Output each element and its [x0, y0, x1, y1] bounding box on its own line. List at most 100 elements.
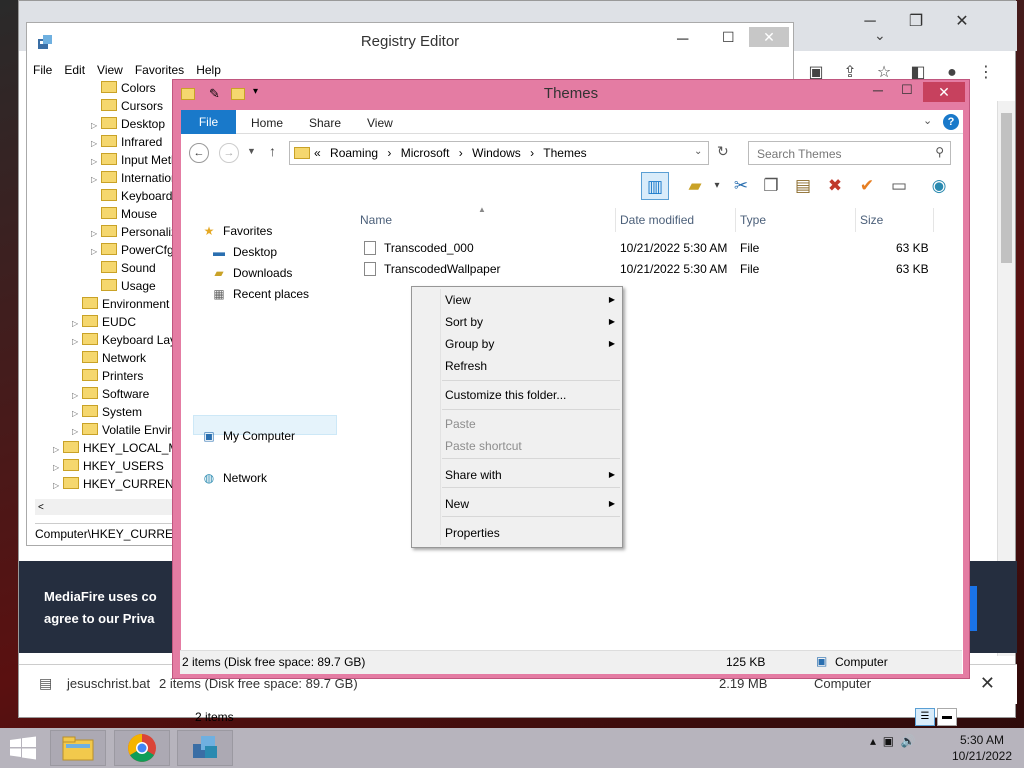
scrollbar-thumb[interactable] — [1001, 113, 1012, 263]
tab-home[interactable]: Home — [251, 110, 283, 136]
context-item-view[interactable]: View ▶ — [445, 289, 621, 311]
large-icons-view-icon[interactable]: ▬ — [937, 708, 957, 726]
banner-accept-button[interactable] — [969, 586, 977, 631]
column-type[interactable]: Type — [736, 208, 856, 232]
chrome-minimize-button[interactable]: ─ — [847, 7, 893, 37]
nav-downloads[interactable]: ▰ Downloads — [211, 264, 292, 282]
delete-icon[interactable]: ✖ — [821, 172, 849, 200]
nav-desktop[interactable]: ▬ Desktop — [211, 243, 277, 261]
nav-network[interactable]: ◍ Network — [201, 469, 267, 487]
registry-tree-item[interactable]: Usage — [91, 277, 156, 295]
network-tray-icon[interactable]: ▣ — [883, 734, 894, 748]
paste-icon[interactable]: ▤ — [789, 172, 817, 200]
column-size[interactable]: Size — [856, 208, 934, 232]
undo-icon[interactable]: ✔ — [853, 172, 881, 200]
context-item-customize-this-folder[interactable]: Customize this folder... — [445, 384, 621, 406]
context-item-properties[interactable]: Properties — [445, 522, 621, 544]
explorer-minimize-button[interactable]: ─ — [873, 82, 883, 98]
breadcrumb-microsoft[interactable]: Microsoft — [401, 146, 450, 160]
registry-tree-item[interactable]: Network — [72, 349, 146, 367]
expand-arrow-icon[interactable]: ▷ — [53, 477, 63, 495]
download-filename[interactable]: jesuschrist.bat — [67, 676, 150, 691]
breadcrumb-themes[interactable]: Themes — [543, 146, 586, 160]
breadcrumb-windows[interactable]: Windows — [472, 146, 521, 160]
refresh-button[interactable]: ↻ — [717, 143, 729, 160]
registry-tree-item[interactable]: Mouse — [91, 205, 157, 223]
network-globe-icon[interactable]: ◉ — [925, 172, 953, 200]
explorer-maximize-button[interactable]: ☐ — [901, 82, 913, 98]
registry-tree-item[interactable]: Sound — [91, 259, 156, 277]
registry-tree-item[interactable]: ▷ Desktop — [91, 115, 165, 133]
registry-tree-item[interactable]: Cursors — [91, 97, 163, 115]
file-row[interactable]: TranscodedWallpaper 10/21/2022 5:30 AM Fil… — [356, 259, 956, 280]
up-button[interactable]: ↑ — [269, 143, 276, 159]
registry-tree-item[interactable]: ▷International — [91, 169, 180, 187]
column-name[interactable]: Name — [356, 208, 616, 232]
breadcrumb-sep[interactable]: › — [387, 146, 391, 160]
registry-tree-item[interactable]: Colors — [91, 79, 156, 97]
menu-file[interactable]: File — [27, 60, 58, 80]
registry-tree-item[interactable]: Keyboard — [91, 187, 172, 205]
download-bar-close-button[interactable]: ✕ — [980, 673, 995, 694]
details-view-icon[interactable]: ☰ — [915, 708, 935, 726]
back-button[interactable]: ← — [189, 143, 209, 163]
more-menu-icon[interactable]: ⋮ — [969, 56, 1003, 90]
registry-tree-item[interactable]: ▷Keyboard Layout — [72, 331, 180, 349]
chrome-tab-search-icon[interactable]: ⌄ — [874, 27, 886, 44]
show-hidden-icons[interactable]: ▴ — [870, 734, 876, 748]
preview-pane-icon[interactable]: ▥ — [641, 172, 669, 200]
windows-start-icon[interactable] — [8, 736, 38, 760]
copy-icon[interactable]: ❐ — [757, 172, 785, 200]
context-item-group-by[interactable]: Group by ▶ — [445, 333, 621, 355]
registry-tree-item[interactable]: ▷Personalization — [91, 223, 180, 241]
taskbar-registry-editor[interactable] — [177, 730, 233, 766]
tab-view[interactable]: View — [367, 110, 393, 136]
explorer-close-button[interactable]: ✕ — [923, 82, 965, 102]
volume-icon[interactable]: 🔊 — [901, 734, 916, 748]
breadcrumb-roaming[interactable]: Roaming — [330, 146, 378, 160]
column-date[interactable]: Date modified — [616, 208, 736, 232]
menu-favorites[interactable]: Favorites — [129, 60, 190, 80]
registry-tree-item[interactable]: ▷ PowerCfg — [91, 241, 174, 259]
registry-tree-item[interactable]: Environment — [72, 295, 169, 313]
context-item-new[interactable]: New ▶ — [445, 493, 621, 515]
registry-maximize-button[interactable]: ☐ — [722, 29, 735, 46]
chrome-maximize-button[interactable]: ❐ — [893, 7, 939, 37]
address-dropdown-icon[interactable]: ⌄ — [694, 146, 702, 157]
file-row[interactable]: Transcoded_000 10/21/2022 5:30 AM File 63 K… — [356, 238, 956, 259]
registry-tree-item[interactable]: ▷ EUDC — [72, 313, 136, 331]
menu-edit[interactable]: Edit — [58, 60, 91, 80]
tab-share[interactable]: Share — [309, 110, 341, 136]
registry-tree-item[interactable]: Printers — [72, 367, 143, 385]
registry-close-button[interactable]: ✕ — [749, 27, 789, 47]
registry-tree-item[interactable]: ▷Volatile Environment — [72, 421, 180, 439]
help-button[interactable]: ? — [943, 114, 959, 130]
registry-tree-item[interactable]: ▷ Software — [72, 385, 149, 403]
search-input[interactable]: Search Themes ⚲ — [748, 141, 951, 165]
address-bar[interactable]: « Roaming › Microsoft › Windows › Themes… — [289, 141, 709, 165]
breadcrumb-sep[interactable]: › — [530, 146, 534, 160]
registry-tree-hscroll[interactable]: < — [35, 499, 175, 515]
registry-tree-item[interactable]: ▷HKEY_LOCAL_MACHINE — [53, 439, 180, 457]
menu-help[interactable]: Help — [190, 60, 227, 80]
cut-icon[interactable]: ✂ — [727, 172, 755, 200]
menu-view[interactable]: View — [91, 60, 129, 80]
nav-favorites[interactable]: ★ Favorites — [201, 222, 273, 240]
properties-icon[interactable]: ▭ — [885, 172, 913, 200]
breadcrumb-overflow[interactable]: « — [314, 146, 321, 160]
recent-locations-icon[interactable]: ▼ — [247, 146, 256, 156]
taskbar-file-explorer[interactable] — [50, 730, 106, 766]
context-item-sort-by[interactable]: Sort by ▶ — [445, 311, 621, 333]
clock[interactable]: 5:30 AM 10/21/2022 — [942, 732, 1022, 764]
search-icon[interactable]: ⚲ — [935, 145, 944, 159]
breadcrumb-sep[interactable]: › — [459, 146, 463, 160]
context-item-refresh[interactable]: Refresh — [445, 355, 621, 377]
context-item-share-with[interactable]: Share with ▶ — [445, 464, 621, 486]
scroll-left-icon[interactable]: < — [35, 502, 44, 513]
ribbon-expand-icon[interactable]: ⌄ — [923, 114, 932, 127]
tab-file[interactable]: File — [181, 110, 236, 134]
registry-tree-item[interactable]: ▷Input Method — [91, 151, 180, 169]
nav-recent[interactable]: ▦ Recent places — [211, 285, 309, 303]
registry-tree-item[interactable]: ▷ Infrared — [91, 133, 162, 151]
chrome-close-button[interactable]: ✕ — [939, 7, 985, 37]
